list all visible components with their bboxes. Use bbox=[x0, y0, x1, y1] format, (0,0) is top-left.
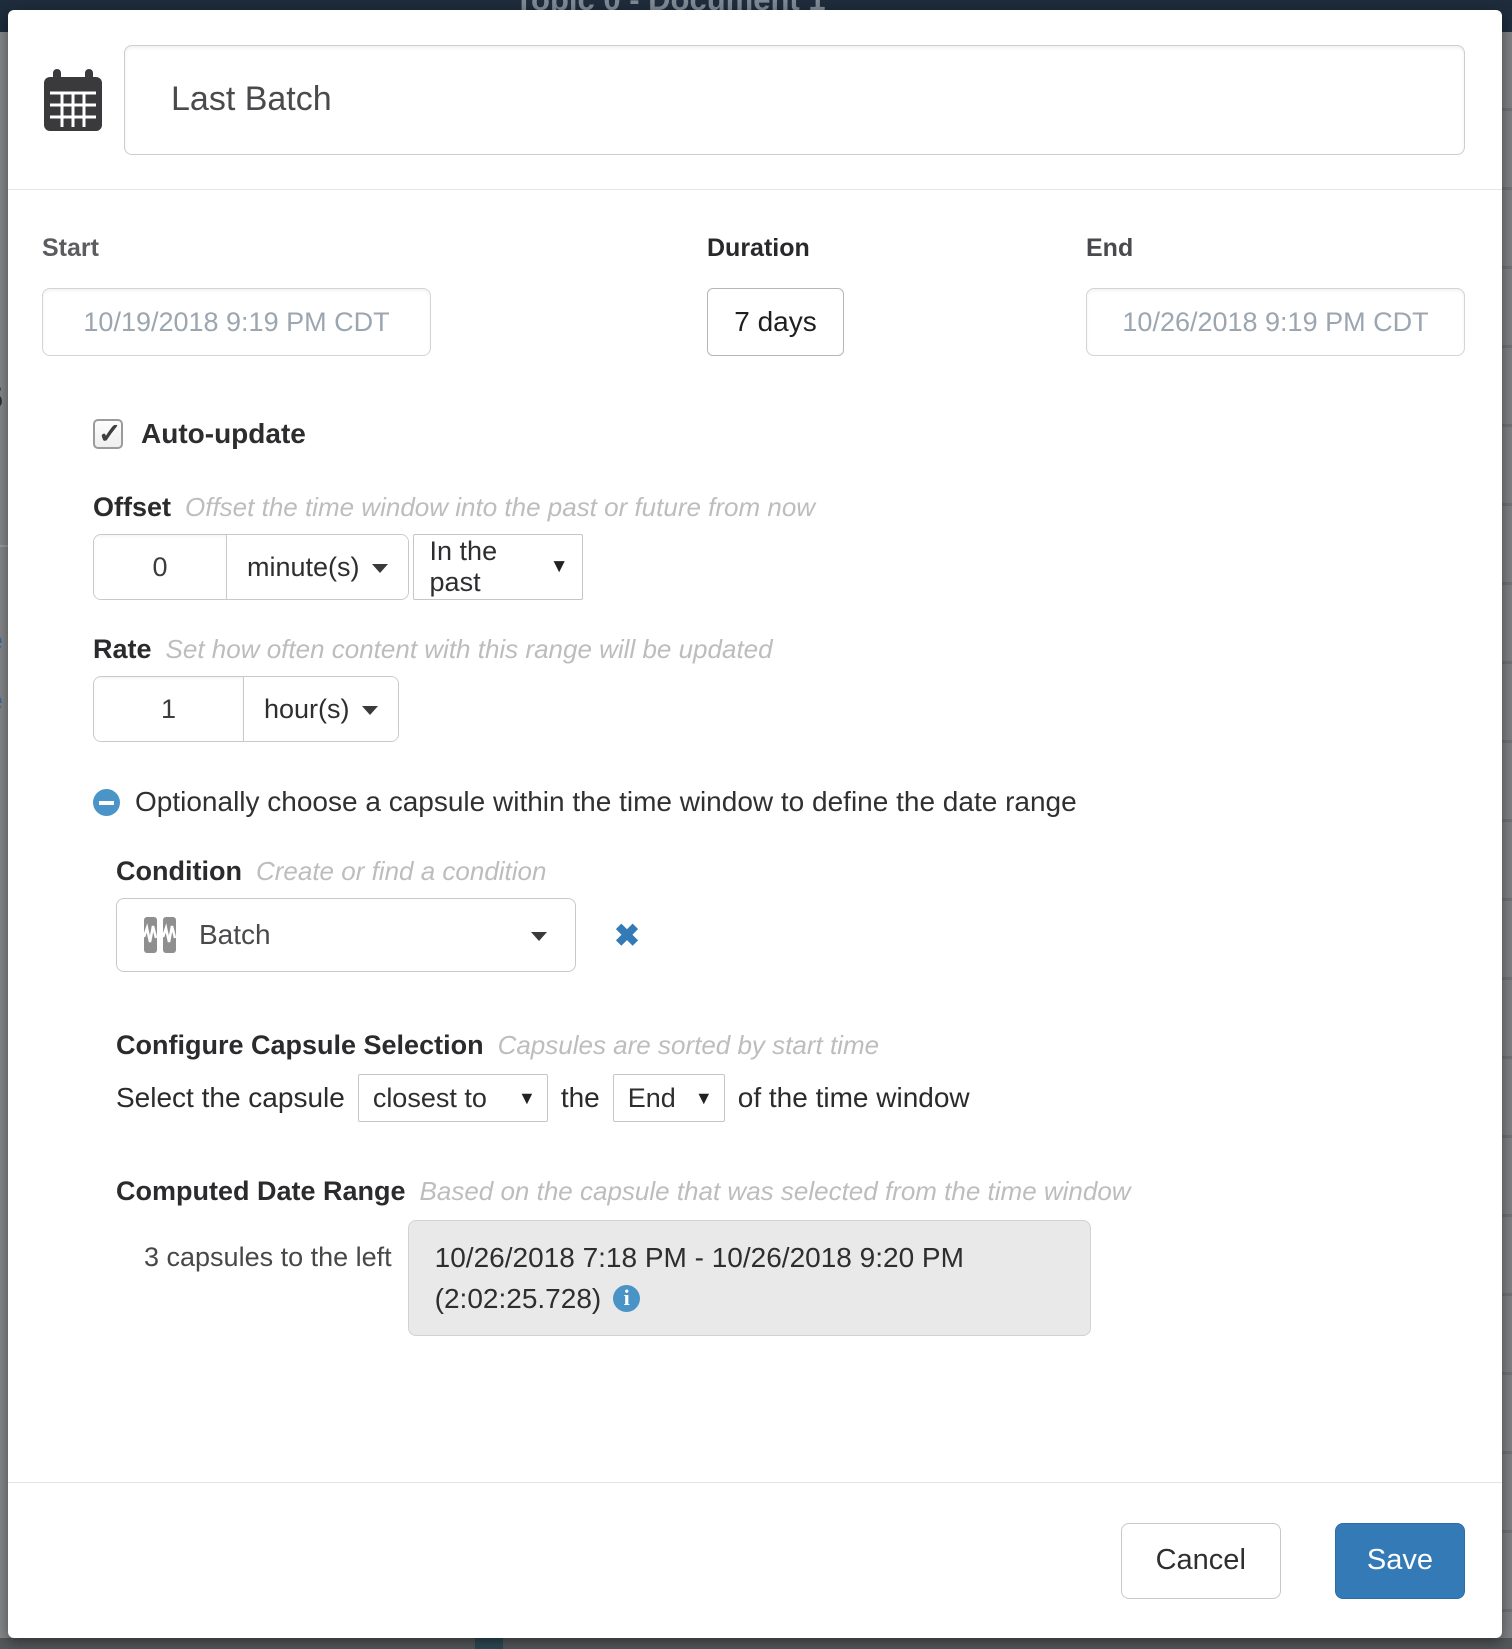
checkmark-icon bbox=[98, 417, 121, 450]
end-field-group: End bbox=[1086, 234, 1465, 356]
modal-body: Start Duration End Auto-update bbox=[8, 190, 1502, 1482]
rate-unit-dropdown[interactable]: hour(s) bbox=[244, 677, 398, 741]
rate-input-group: hour(s) bbox=[93, 676, 399, 742]
offset-unit-dropdown[interactable]: minute(s) bbox=[227, 535, 408, 599]
auto-update-checkbox[interactable] bbox=[93, 419, 123, 449]
caret-down-icon bbox=[362, 706, 378, 715]
offset-direction-value: In the past bbox=[430, 536, 532, 598]
time-range-fields: Start Duration End bbox=[42, 234, 1465, 356]
modal-footer: Cancel Save bbox=[8, 1482, 1502, 1638]
background-text-fragment: e bbox=[0, 624, 3, 658]
condition-label: Condition bbox=[116, 856, 242, 887]
start-datetime-input[interactable] bbox=[42, 288, 431, 356]
computed-range-section: Computed Date Range Based on the capsule… bbox=[116, 1176, 1465, 1336]
offset-value-input[interactable] bbox=[94, 535, 227, 599]
offset-section: Offset Offset the time window into the p… bbox=[93, 492, 1465, 600]
capsule-selection-hint: Capsules are sorted by start time bbox=[498, 1030, 880, 1061]
caret-down-icon bbox=[372, 564, 388, 573]
info-icon[interactable] bbox=[613, 1285, 640, 1312]
auto-update-label: Auto-update bbox=[141, 418, 306, 450]
sentence-prefix: Select the capsule bbox=[116, 1082, 345, 1114]
remove-condition-icon[interactable] bbox=[614, 920, 640, 951]
computed-range-value-box: 10/26/2018 7:18 PM - 10/26/2018 9:20 PM … bbox=[408, 1220, 1091, 1336]
rate-section: Rate Set how often content with this ran… bbox=[93, 634, 1465, 742]
save-button[interactable]: Save bbox=[1335, 1523, 1465, 1599]
start-field-group: Start bbox=[42, 234, 431, 356]
capsule-anchor-select[interactable]: End bbox=[613, 1074, 725, 1122]
capsule-position-select[interactable]: closest to bbox=[358, 1074, 548, 1122]
capsule-anchor-value: End bbox=[628, 1083, 676, 1114]
auto-update-row: Auto-update bbox=[93, 418, 1465, 450]
caret-down-icon bbox=[531, 932, 547, 941]
capsule-selection-label: Configure Capsule Selection bbox=[116, 1030, 484, 1061]
background-bottom-edge bbox=[0, 1638, 1512, 1649]
rate-unit-value: hour(s) bbox=[264, 694, 350, 725]
calendar-icon bbox=[44, 69, 102, 131]
background-right-edge bbox=[1501, 32, 1512, 1649]
capsule-position-value: closest to bbox=[373, 1083, 487, 1114]
capsule-count-note: 3 capsules to the left bbox=[144, 1242, 392, 1273]
offset-input-group: minute(s) bbox=[93, 534, 409, 600]
offset-unit-value: minute(s) bbox=[247, 552, 360, 583]
condition-section: Condition Create or find a condition Bat… bbox=[116, 856, 1465, 972]
end-datetime-input[interactable] bbox=[1086, 288, 1465, 356]
offset-hint: Offset the time window into the past or … bbox=[185, 492, 815, 523]
capsule-selection-section: Configure Capsule Selection Capsules are… bbox=[116, 1030, 1465, 1122]
capsule-toggle-label: Optionally choose a capsule within the t… bbox=[135, 786, 1077, 818]
date-range-config-modal: Start Duration End Auto-update bbox=[8, 10, 1502, 1638]
background-fragment bbox=[475, 1638, 503, 1649]
rate-value-input[interactable] bbox=[94, 677, 244, 741]
computed-range-label: Computed Date Range bbox=[116, 1176, 406, 1207]
rate-hint: Set how often content with this range wi… bbox=[166, 634, 773, 665]
background-text-fragment: 5 bbox=[0, 382, 3, 416]
cancel-button[interactable]: Cancel bbox=[1121, 1523, 1281, 1599]
collapse-minus-icon[interactable] bbox=[93, 789, 120, 816]
background-left-edge: 5 : e e bbox=[0, 32, 8, 1649]
computed-range-dates: 10/26/2018 7:18 PM - 10/26/2018 9:20 PM bbox=[435, 1237, 1064, 1278]
capsule-section-toggle[interactable]: Optionally choose a capsule within the t… bbox=[93, 786, 1465, 818]
rate-label: Rate bbox=[93, 634, 152, 665]
condition-select[interactable]: Batch bbox=[116, 898, 576, 972]
page-background: Topic 0 - Document 1 5 : e e bbox=[0, 0, 1512, 1649]
sentence-suffix: of the time window bbox=[738, 1082, 970, 1114]
computed-range-duration: (2:02:25.728) bbox=[435, 1283, 602, 1314]
offset-direction-select[interactable]: In the past bbox=[413, 534, 583, 600]
duration-field-group: Duration bbox=[707, 234, 844, 356]
modal-header bbox=[8, 10, 1502, 190]
computed-range-hint: Based on the capsule that was selected f… bbox=[420, 1176, 1131, 1207]
offset-label: Offset bbox=[93, 492, 171, 523]
condition-value: Batch bbox=[199, 919, 271, 951]
condition-capsules-icon bbox=[143, 916, 177, 954]
start-label: Start bbox=[42, 234, 431, 266]
capsule-selection-sentence: Select the capsule closest to the End of… bbox=[116, 1074, 1465, 1122]
sentence-middle: the bbox=[561, 1082, 600, 1114]
range-name-input[interactable] bbox=[124, 45, 1465, 155]
duration-label: Duration bbox=[707, 234, 844, 266]
condition-hint: Create or find a condition bbox=[256, 856, 547, 887]
end-label: End bbox=[1086, 234, 1465, 266]
duration-input[interactable] bbox=[707, 288, 844, 356]
background-text-fragment: e bbox=[0, 684, 3, 718]
